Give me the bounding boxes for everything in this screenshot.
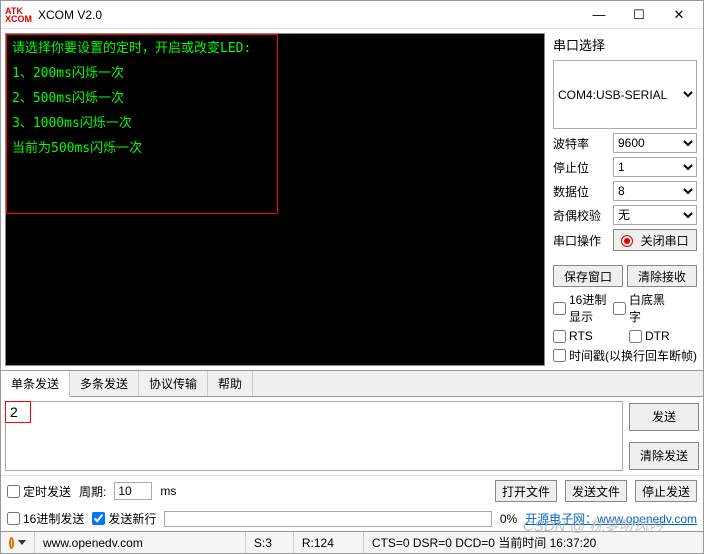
terminal-line: 1、200ms闪烁一次 xyxy=(6,59,544,84)
status-url: www.openedv.com xyxy=(35,532,246,553)
send-input[interactable]: 2 xyxy=(10,404,618,468)
terminal-line: 3、1000ms闪烁一次 xyxy=(6,109,544,134)
status-lines: CTS=0 DSR=0 DCD=0 当前时间 16:37:20 xyxy=(364,532,703,553)
send-button[interactable]: 发送 xyxy=(629,403,699,431)
app-window: ATKXCOM XCOM V2.0 — ☐ ✕ 请选择你要设置的定时，开启或改变… xyxy=(0,0,704,554)
status-indicator[interactable] xyxy=(1,532,35,553)
tab-protocol[interactable]: 协议传输 xyxy=(139,371,208,396)
stopbits-select[interactable]: 1 xyxy=(613,157,697,177)
clear-send-button[interactable]: 清除发送 xyxy=(629,442,699,470)
main-area: 请选择你要设置的定时，开启或改变LED: 1、200ms闪烁一次 2、500ms… xyxy=(1,29,703,370)
titlebar: ATKXCOM XCOM V2.0 — ☐ ✕ xyxy=(1,1,703,29)
terminal-line: 当前为500ms闪烁一次 xyxy=(6,134,544,159)
period-label: 周期: xyxy=(79,483,106,500)
send-input-container: 2 xyxy=(5,401,623,471)
open-file-button[interactable]: 打开文件 xyxy=(495,480,557,502)
maximize-button[interactable]: ☐ xyxy=(619,3,659,27)
period-unit: ms xyxy=(160,484,176,498)
rts-checkbox[interactable]: RTS xyxy=(553,329,609,343)
port-select[interactable]: COM4:USB-SERIAL xyxy=(553,60,697,129)
tab-bar: 单条发送 多条发送 协议传输 帮助 xyxy=(1,371,703,397)
parity-select[interactable]: 无 xyxy=(613,205,697,225)
timed-send-checkbox[interactable]: 定时发送 xyxy=(7,483,71,500)
stopbits-label: 停止位 xyxy=(553,159,609,176)
send-tabs-area: 单条发送 多条发送 协议传输 帮助 2 发送 清除发送 定时发送 周期: ms … xyxy=(1,370,703,531)
terminal-line: 请选择你要设置的定时，开启或改变LED: xyxy=(6,34,544,59)
progress-bar xyxy=(164,511,491,527)
send-newline-checkbox[interactable]: 发送新行 xyxy=(92,510,156,527)
port-select-label: 串口选择 xyxy=(553,35,697,54)
stop-send-button[interactable]: 停止发送 xyxy=(635,480,697,502)
tab-single-send[interactable]: 单条发送 xyxy=(1,371,70,397)
timestamp-checkbox[interactable]: 时间戳(以换行回车断帧) xyxy=(553,347,697,364)
baud-label: 波特率 xyxy=(553,135,609,152)
progress-percent: 0% xyxy=(500,512,517,526)
minimize-button[interactable]: — xyxy=(579,3,619,27)
send-options-row-1: 定时发送 周期: ms 打开文件 发送文件 停止发送 xyxy=(1,475,703,506)
status-bar: www.openedv.com S:3 R:124 CTS=0 DSR=0 DC… xyxy=(1,531,703,553)
hex-send-checkbox[interactable]: 16进制发送 xyxy=(7,510,84,527)
close-port-button[interactable]: 关闭串口 xyxy=(613,229,697,251)
baud-select[interactable]: 9600 xyxy=(613,133,697,153)
operation-label: 串口操作 xyxy=(553,232,609,249)
dropdown-icon xyxy=(18,540,26,545)
save-window-button[interactable]: 保存窗口 xyxy=(553,265,623,287)
send-area: 2 发送 清除发送 xyxy=(1,397,703,475)
record-icon xyxy=(621,235,633,247)
window-title: XCOM V2.0 xyxy=(38,8,579,22)
receive-terminal[interactable]: 请选择你要设置的定时，开启或改变LED: 1、200ms闪烁一次 2、500ms… xyxy=(5,33,545,366)
terminal-line: 2、500ms闪烁一次 xyxy=(6,84,544,109)
databits-select[interactable]: 8 xyxy=(613,181,697,201)
status-icon xyxy=(9,537,14,549)
status-sent: S:3 xyxy=(246,532,294,553)
tab-multi-send[interactable]: 多条发送 xyxy=(70,371,139,396)
period-input[interactable] xyxy=(114,482,152,500)
white-bg-checkbox[interactable]: 白底黑字 xyxy=(613,291,669,325)
close-button[interactable]: ✕ xyxy=(659,3,699,27)
status-recv: R:124 xyxy=(294,532,364,553)
openedv-link[interactable]: 开源电子网：www.openedv.com xyxy=(525,510,697,527)
clear-receive-button[interactable]: 清除接收 xyxy=(627,265,697,287)
serial-settings-panel: 串口选择 COM4:USB-SERIAL 波特率 9600 停止位 1 数据位 … xyxy=(551,33,699,366)
tab-help[interactable]: 帮助 xyxy=(208,371,253,396)
app-logo: ATKXCOM xyxy=(5,7,32,23)
databits-label: 数据位 xyxy=(553,183,609,200)
dtr-checkbox[interactable]: DTR xyxy=(629,329,685,343)
hex-display-checkbox[interactable]: 16进制显示 xyxy=(553,291,609,325)
send-options-row-2: 16进制发送 发送新行 0% 开源电子网：www.openedv.com xyxy=(1,506,703,531)
parity-label: 奇偶校验 xyxy=(553,207,609,224)
send-file-button[interactable]: 发送文件 xyxy=(565,480,627,502)
